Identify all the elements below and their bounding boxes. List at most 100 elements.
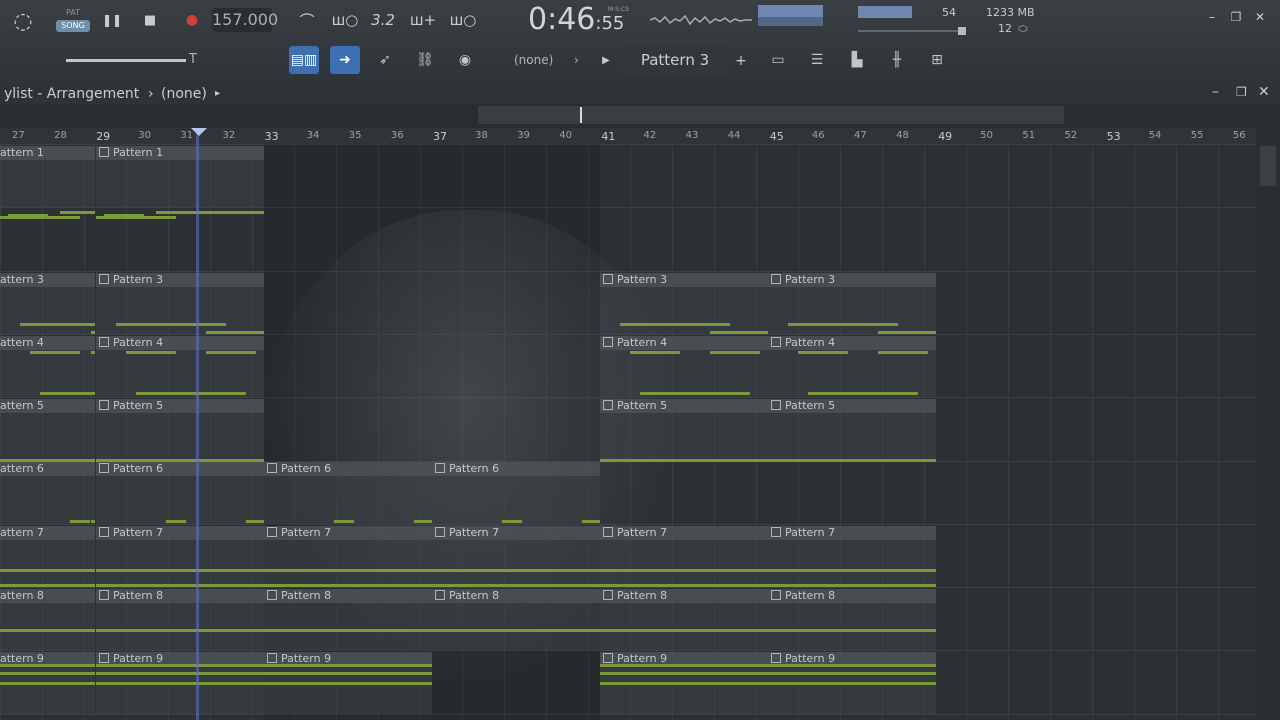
clip-menu-icon[interactable] <box>603 653 613 663</box>
pattern-clip[interactable]: Pattern 8 <box>432 589 600 651</box>
pattern-clip[interactable]: Pattern 8 <box>768 589 936 651</box>
clip-header[interactable]: Pattern 4 <box>96 336 264 350</box>
clip-menu-icon[interactable] <box>99 147 109 157</box>
clip-header[interactable]: attern 6 <box>0 462 95 476</box>
clip-header[interactable]: attern 8 <box>0 589 95 603</box>
arrow-tool-button[interactable]: ➜ <box>330 46 360 74</box>
clip-header[interactable]: Pattern 6 <box>432 462 600 476</box>
clip-menu-icon[interactable] <box>267 653 277 663</box>
clip-menu-icon[interactable] <box>267 590 277 600</box>
clip-menu-icon[interactable] <box>603 400 613 410</box>
clip-header[interactable]: Pattern 3 <box>768 273 936 287</box>
clip-header[interactable]: Pattern 6 <box>96 462 264 476</box>
clip-menu-icon[interactable] <box>435 590 445 600</box>
clip-header[interactable]: Pattern 3 <box>96 273 264 287</box>
pattern-selector[interactable]: Pattern 3 <box>620 46 730 74</box>
clip-menu-icon[interactable] <box>99 463 109 473</box>
clip-header[interactable]: Pattern 7 <box>600 526 768 540</box>
playhead-marker-icon[interactable] <box>191 128 207 136</box>
plugin-picker-icon[interactable]: ◉ <box>450 46 480 74</box>
clip-header[interactable]: attern 1 <box>0 146 95 160</box>
clip-header[interactable]: Pattern 3 <box>600 273 768 287</box>
clip-menu-icon[interactable] <box>771 527 781 537</box>
clip-menu-icon[interactable] <box>771 590 781 600</box>
clip-menu-icon[interactable] <box>603 527 613 537</box>
browser-icon[interactable]: ⊞ <box>922 46 952 74</box>
clip-menu-icon[interactable] <box>99 274 109 284</box>
pattern-clip[interactable]: attern 6 <box>0 462 95 524</box>
tempo-display[interactable]: 157.000 <box>212 8 278 32</box>
clip-menu-icon[interactable] <box>603 337 613 347</box>
pattern-clip[interactable]: Pattern 9 <box>600 652 768 714</box>
pattern-clip[interactable]: Pattern 5 <box>768 399 936 462</box>
pattern-song-mode-toggle[interactable]: PAT SONG <box>56 8 90 34</box>
clip-header[interactable]: attern 4 <box>0 336 95 350</box>
clip-menu-icon[interactable] <box>771 274 781 284</box>
wait-input-icon[interactable]: ш○ <box>330 8 360 32</box>
pattern-clip[interactable]: Pattern 9 <box>96 652 264 714</box>
pattern-clip[interactable]: attern 5 <box>0 399 95 462</box>
playhead[interactable] <box>196 128 199 720</box>
pattern-clip[interactable]: Pattern 9 <box>768 652 936 714</box>
clip-menu-icon[interactable] <box>99 400 109 410</box>
channel-rack-icon[interactable]: ☰ <box>802 46 832 74</box>
clip-header[interactable]: attern 3 <box>0 273 95 287</box>
clip-header[interactable]: Pattern 8 <box>600 589 768 603</box>
clip-menu-icon[interactable] <box>771 653 781 663</box>
pattern-clip[interactable]: attern 9 <box>0 652 95 714</box>
pattern-clip[interactable]: Pattern 4 <box>96 336 264 398</box>
step-edit-icon[interactable]: ш+ <box>408 8 438 32</box>
playlist-maximize-icon[interactable]: ❐ <box>1236 82 1247 102</box>
add-pattern-button[interactable]: + <box>732 52 750 70</box>
pattern-clip[interactable]: attern 1 <box>0 146 95 219</box>
clip-header[interactable]: Pattern 5 <box>600 399 768 413</box>
slider-handle-icon[interactable]: T <box>189 52 197 67</box>
clip-header[interactable]: Pattern 5 <box>96 399 264 413</box>
clip-header[interactable]: Pattern 4 <box>768 336 936 350</box>
pattern-clip[interactable]: Pattern 3 <box>768 273 936 335</box>
clip-header[interactable]: Pattern 8 <box>768 589 936 603</box>
pattern-clip[interactable]: Pattern 7 <box>600 526 768 588</box>
close-icon[interactable]: ✕ <box>1252 10 1268 24</box>
play-pattern-icon[interactable]: ▶ <box>600 52 612 68</box>
countdown-icon[interactable]: 3.2 <box>368 8 398 32</box>
clip-menu-icon[interactable] <box>771 337 781 347</box>
clip-header[interactable]: Pattern 8 <box>432 589 600 603</box>
pattern-clip[interactable]: Pattern 8 <box>600 589 768 651</box>
draw-tool-icon[interactable]: ➶ <box>370 46 400 74</box>
clip-menu-icon[interactable] <box>435 527 445 537</box>
pattern-clip[interactable]: attern 4 <box>0 336 95 398</box>
pattern-clip[interactable]: Pattern 4 <box>600 336 768 398</box>
clip-menu-icon[interactable] <box>435 463 445 473</box>
record-icon[interactable]: ● <box>182 10 202 30</box>
clip-header[interactable]: Pattern 8 <box>96 589 264 603</box>
master-volume-slider[interactable] <box>858 20 970 38</box>
vertical-scrollbar[interactable] <box>1256 128 1280 720</box>
clip-menu-icon[interactable] <box>99 590 109 600</box>
clip-header[interactable]: Pattern 7 <box>768 526 936 540</box>
metronome-icon[interactable]: ⌒ <box>292 8 322 32</box>
clip-header[interactable]: Pattern 7 <box>432 526 600 540</box>
stop-icon[interactable]: ■ <box>140 10 160 30</box>
timeline-ruler[interactable]: 27 28 29 30 31 32 33 34 35 36 37 38 39 40 41 42 43 44 45 46… <box>0 128 1256 144</box>
playlist-icon[interactable]: ▭ <box>763 46 793 74</box>
piano-roll-icon[interactable]: ▙ <box>842 46 872 74</box>
loop-record-icon[interactable]: ш○ <box>448 8 478 32</box>
pattern-clip[interactable]: Pattern 8 <box>264 589 432 651</box>
mixer-icon[interactable]: ╫ <box>882 46 912 74</box>
pattern-clip[interactable]: Pattern 4 <box>768 336 936 398</box>
pattern-clip[interactable]: attern 3 <box>0 273 95 335</box>
pattern-clip[interactable]: Pattern 6 <box>432 462 600 524</box>
playlist-close-icon[interactable]: ✕ <box>1258 82 1270 102</box>
horizontal-scrollbar[interactable] <box>478 106 1064 124</box>
clip-menu-icon[interactable] <box>267 463 277 473</box>
pattern-clip[interactable]: Pattern 3 <box>600 273 768 335</box>
clip-menu-icon[interactable] <box>267 527 277 537</box>
pattern-clip[interactable]: Pattern 7 <box>432 526 600 588</box>
pattern-clip[interactable]: Pattern 1 <box>96 146 264 219</box>
clip-header[interactable]: Pattern 4 <box>600 336 768 350</box>
pattern-clip[interactable]: Pattern 6 <box>264 462 432 524</box>
clip-menu-icon[interactable] <box>99 337 109 347</box>
pattern-clip[interactable]: Pattern 8 <box>96 589 264 651</box>
main-pitch-slider[interactable] <box>66 59 186 62</box>
